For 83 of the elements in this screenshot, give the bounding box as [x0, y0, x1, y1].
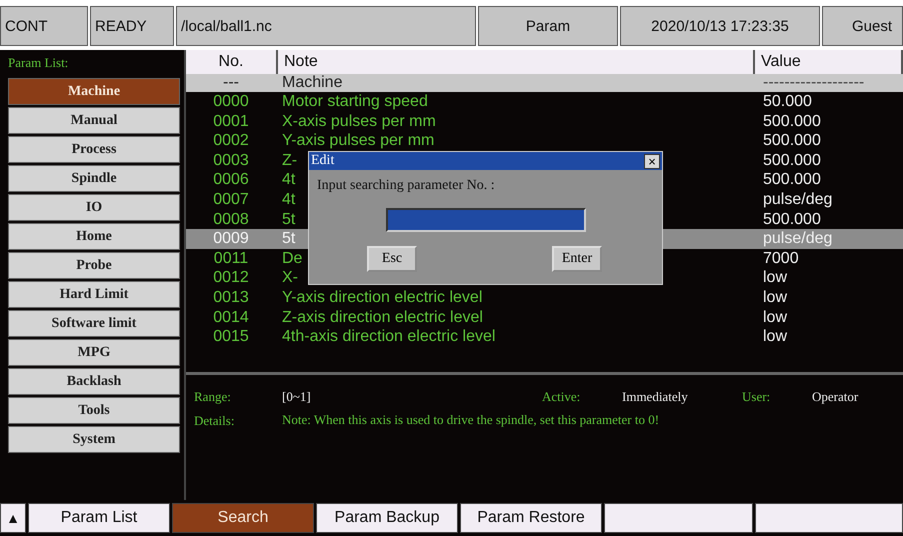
blank-softkey[interactable] — [604, 503, 752, 533]
sidebar-item[interactable]: Hard Limit — [8, 281, 180, 308]
range-value: [0~1] — [282, 389, 312, 405]
table-cell-text: 0015 — [212, 327, 250, 347]
table-cell-text: 0008 — [212, 210, 250, 230]
table-cell-text: 0003 — [212, 150, 250, 170]
table-cell-text: 0007 — [212, 190, 250, 210]
softkey[interactable]: Param List — [28, 503, 170, 533]
table-cell-text: 4t — [281, 190, 296, 210]
table-cell-text: low — [762, 327, 788, 347]
sidebar-item[interactable]: Probe — [8, 252, 180, 279]
table-cell-text: low — [762, 268, 788, 288]
table-cell-text: 4th-axis direction electric level — [281, 327, 496, 347]
table-cell-text: 500.000 — [762, 170, 822, 190]
table-cell-text: 500.000 — [762, 131, 822, 151]
softkey[interactable]: Param Restore — [460, 503, 602, 533]
softkey[interactable]: Search — [172, 503, 314, 533]
input-field[interactable] — [386, 208, 586, 232]
table-cell-text: 4t — [281, 170, 296, 190]
table-cell-text: low — [762, 308, 788, 328]
table-cell-text: 0006 — [212, 170, 250, 190]
sidebar-item[interactable]: Spindle — [8, 165, 180, 192]
table-cell-text: 500.000 — [762, 112, 822, 132]
table-cell-text: 5t — [281, 229, 296, 249]
table-cell-text: 0011 — [212, 248, 250, 268]
user-value: Operator — [812, 389, 858, 405]
active-label: Active: — [542, 389, 582, 405]
table-cell-text: X- — [281, 268, 298, 288]
close-button[interactable]: × — [644, 154, 660, 168]
table-cell-text: Z-axis direction electric level — [281, 308, 483, 328]
table-cell-text: Z- — [281, 150, 298, 170]
details-label: Details: — [194, 413, 236, 429]
sidebar-item[interactable]: MPG — [8, 339, 180, 366]
table-cell-text: 500.000 — [762, 150, 822, 170]
user-name: Guest — [822, 6, 903, 46]
active-value: Immediately — [622, 389, 689, 405]
table-cell-text: 50.000 — [762, 92, 813, 112]
state-indicator: READY — [90, 6, 174, 46]
table-cell-text: 0001 — [212, 112, 250, 132]
table-cell-text: Motor starting speed — [281, 92, 428, 112]
table-cell-text: low — [762, 288, 788, 308]
table-cell-text: pulse/deg — [762, 190, 834, 210]
up-arrow-softkey[interactable]: ▲ — [0, 503, 26, 533]
table-cell-text: 0013 — [212, 288, 250, 308]
file-path: /local/ball1.nc — [176, 6, 476, 46]
table-cell-text: X-axis pulses per mm — [281, 112, 436, 132]
sidebar-item[interactable]: Machine — [8, 78, 180, 105]
mode-indicator: CONT — [0, 6, 88, 46]
user-label: User: — [742, 389, 772, 405]
range-label: Range: — [194, 389, 232, 405]
softkey[interactable]: Param Backup — [316, 503, 458, 533]
table-cell-text: 5t — [281, 210, 296, 230]
table-cell-text: 7000 — [762, 248, 800, 268]
table-cell-text: 500.000 — [762, 210, 822, 230]
table-cell-text: --- — [222, 74, 240, 92]
sidebar-item[interactable]: Backlash — [8, 368, 180, 395]
table-cell-text: 0012 — [212, 268, 250, 288]
enter-button[interactable]: Enter — [552, 246, 602, 272]
table-cell-text: 0014 — [212, 308, 250, 328]
date-time: 2020/10/13 17:23:35 — [620, 6, 820, 46]
sidebar-item[interactable]: Software limit — [8, 310, 180, 337]
table-cell-text: Y-axis pulses per mm — [281, 131, 434, 151]
sidebar-item[interactable]: Manual — [8, 107, 180, 134]
table-cell-text: pulse/deg — [762, 229, 834, 249]
table-cell-text: 0000 — [212, 92, 250, 112]
sidebar-item[interactable]: Home — [8, 223, 180, 250]
table-cell-text: De — [281, 248, 302, 268]
page-title: Param — [478, 6, 618, 46]
table-cell-text: Machine — [281, 74, 342, 92]
details-text: Note: When this axis is used to drive the spindle, set this parameter to 0! — [282, 411, 660, 429]
sidebar-item[interactable]: Process — [8, 136, 180, 163]
sidebar-item[interactable]: Tools — [8, 397, 180, 424]
sidebar-item[interactable]: System — [8, 426, 180, 453]
table-cell-text: Y-axis direction electric level — [281, 288, 482, 308]
prompt-text: Input searching parameter No. : — [317, 178, 496, 194]
sidebar-title: Param List: — [8, 54, 70, 72]
table-cell-text: 0002 — [212, 131, 250, 151]
table-cell-text: ------------------- — [762, 74, 866, 92]
table-cell-text: 0009 — [212, 229, 250, 249]
blank-softkey[interactable] — [754, 503, 903, 533]
sidebar-item[interactable]: IO — [8, 194, 180, 221]
dialog-title: Edit — [311, 153, 334, 169]
esc-button[interactable]: Esc — [367, 246, 417, 272]
